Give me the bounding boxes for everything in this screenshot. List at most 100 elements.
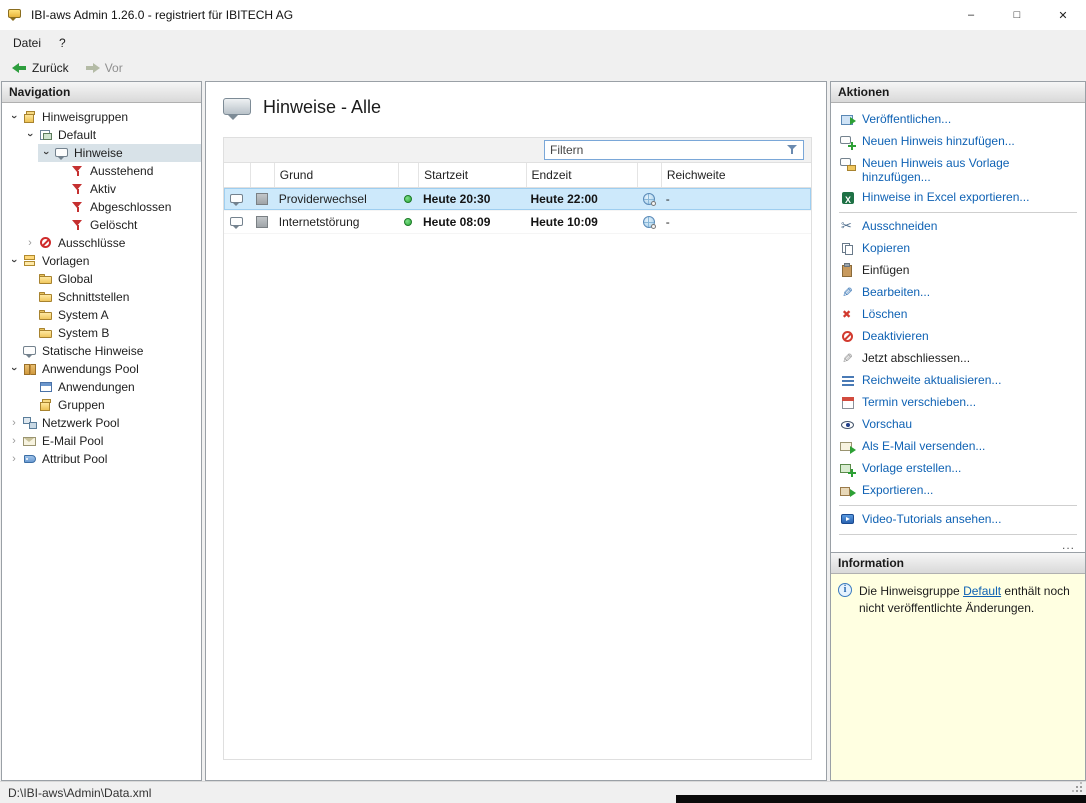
action-deaktivieren[interactable]: Deaktivieren xyxy=(831,326,1085,348)
add-note-icon xyxy=(840,134,856,150)
chevron-down-icon[interactable]: › xyxy=(22,127,38,143)
forward-button[interactable]: Vor xyxy=(77,59,131,77)
table-row-providerwechsel[interactable]: Providerwechsel Heute 20:30 Heute 22:00 - xyxy=(224,188,811,211)
tree-item-anwendungen[interactable]: Anwendungen xyxy=(2,378,201,396)
chevron-down-icon[interactable]: › xyxy=(38,145,54,161)
tree-item-e-mail-pool[interactable]: › E-Mail Pool xyxy=(2,432,201,450)
column-header-icon-3[interactable] xyxy=(398,163,418,187)
maximize-button[interactable]: □ xyxy=(994,0,1040,30)
action-video-tutorials-ansehen[interactable]: Video-Tutorials ansehen... xyxy=(831,509,1085,531)
action-label: Kopieren xyxy=(862,241,911,255)
information-body: Die Hinweisgruppe Default enthält noch n… xyxy=(831,574,1085,780)
tree-item-ausschlüsse[interactable]: › Ausschlüsse xyxy=(2,234,201,252)
action-reichweite-aktualisieren[interactable]: Reichweite aktualisieren... xyxy=(831,370,1085,392)
tree-item-abgeschlossen[interactable]: Abgeschlossen xyxy=(2,198,201,216)
action-ausschneiden[interactable]: Ausschneiden xyxy=(831,216,1085,238)
back-button[interactable]: Zurück xyxy=(4,59,77,77)
chevron-right-icon[interactable]: › xyxy=(6,433,22,449)
tree-item-anwendungs-pool[interactable]: › Anwendungs Pool xyxy=(2,360,201,378)
mail-icon xyxy=(22,433,38,449)
flag-cell xyxy=(250,188,274,210)
action-jetzt-abschliessen[interactable]: Jetzt abschliessen... xyxy=(831,348,1085,370)
action-einfügen[interactable]: Einfügen xyxy=(831,260,1085,282)
tree-item-global[interactable]: Global xyxy=(2,270,201,288)
action-label: Vorschau xyxy=(862,417,913,431)
default-group-icon xyxy=(38,127,54,143)
action-löschen[interactable]: Löschen xyxy=(831,304,1085,326)
back-button-label: Zurück xyxy=(32,61,69,75)
tree-item-inner: › Netzwerk Pool xyxy=(6,414,201,432)
filter-icon xyxy=(70,199,86,215)
tree-item-statische-hinweise[interactable]: Statische Hinweise xyxy=(2,342,201,360)
tree-item-inner: System A xyxy=(22,306,201,324)
chevron-right-icon[interactable]: › xyxy=(6,451,22,467)
column-header-endzeit[interactable]: Endzeit xyxy=(525,163,637,187)
tree-item-inner: Ausstehend xyxy=(54,162,201,180)
column-header-icon-1[interactable] xyxy=(249,163,274,187)
tree-item-inner: › Anwendungs Pool xyxy=(6,360,201,378)
send-mail-icon xyxy=(840,439,856,455)
block-icon xyxy=(38,235,54,251)
tree-item-aktiv[interactable]: Aktiv xyxy=(2,180,201,198)
action-bearbeiten[interactable]: Bearbeiten... xyxy=(831,282,1085,304)
filter-input[interactable] xyxy=(545,143,786,157)
filter-input-wrap xyxy=(544,140,804,160)
chevron-right-icon[interactable]: › xyxy=(22,235,38,251)
tree-item-attribut-pool[interactable]: › Attribut Pool xyxy=(2,450,201,468)
tree-item-label: Hinweisgruppen xyxy=(42,110,129,124)
tree-item-label: Aktiv xyxy=(90,182,117,196)
table-row-internetstörung[interactable]: Internetstörung Heute 08:09 Heute 10:09 - xyxy=(224,211,811,234)
column-header-startzeit[interactable]: Startzeit xyxy=(418,163,525,187)
column-header-icon-6[interactable] xyxy=(636,163,661,187)
reichweite-icon-cell xyxy=(637,211,661,233)
cell-reichweite: - xyxy=(665,215,670,229)
copy-icon xyxy=(840,241,856,257)
tree-item-netzwerk-pool[interactable]: › Netzwerk Pool xyxy=(2,414,201,432)
column-header-icon-0[interactable] xyxy=(224,163,250,187)
folder-icon xyxy=(38,271,54,287)
tree-item-system-a[interactable]: System A xyxy=(2,306,201,324)
close-button[interactable]: ✕ xyxy=(1040,0,1086,30)
action-vorlage-erstellen[interactable]: Vorlage erstellen... xyxy=(831,458,1085,480)
action-label: Hinweise in Excel exportieren... xyxy=(862,190,1030,204)
action-kopieren[interactable]: Kopieren xyxy=(831,238,1085,260)
chevron-down-icon[interactable]: › xyxy=(6,253,22,269)
chevron-right-icon[interactable]: › xyxy=(6,415,22,431)
tree-item-hinweisgruppen[interactable]: › Hinweisgruppen xyxy=(2,108,201,126)
tree-item-schnittstellen[interactable]: Schnittstellen xyxy=(2,288,201,306)
chevron-down-icon[interactable]: › xyxy=(6,361,22,377)
column-header-reichweite[interactable]: Reichweite xyxy=(660,163,811,187)
resize-grip-icon[interactable] xyxy=(1071,781,1083,793)
tree-item-system-b[interactable]: System B xyxy=(2,324,201,342)
tree-item-gruppen[interactable]: Gruppen xyxy=(2,396,201,414)
tree-item-inner: › Hinweise xyxy=(38,144,201,162)
statusbar-path: D:\IBI-aws\Admin\Data.xml xyxy=(8,785,152,800)
action-als-e-mail-versenden[interactable]: Als E-Mail versenden... xyxy=(831,436,1085,458)
action-exportieren[interactable]: Exportieren... xyxy=(831,480,1085,502)
action-veröffentlichen[interactable]: Veröffentlichen... xyxy=(831,109,1085,131)
preview-icon xyxy=(840,417,856,433)
tree-item-ausstehend[interactable]: Ausstehend xyxy=(2,162,201,180)
app-window: IBI-aws Admin 1.26.0 - registriert für I… xyxy=(0,0,1086,803)
chevron-down-icon[interactable]: › xyxy=(6,109,22,125)
publish-icon xyxy=(840,112,856,128)
tree-item-vorlagen[interactable]: › Vorlagen xyxy=(2,252,201,270)
tree-item-inner: › Ausschlüsse xyxy=(22,234,201,252)
tree-item-hinweise[interactable]: › Hinweise xyxy=(2,144,201,162)
action-vorschau[interactable]: Vorschau xyxy=(831,414,1085,436)
menu-datei[interactable]: Datei xyxy=(4,33,50,53)
column-header-grund[interactable]: Grund xyxy=(273,163,398,187)
minimize-button[interactable]: – xyxy=(948,0,994,30)
tree-item-inner: System B xyxy=(22,324,201,342)
folder-icon xyxy=(38,289,54,305)
tree-item-default[interactable]: › Default xyxy=(2,126,201,144)
export-icon xyxy=(840,483,856,499)
action-termin-verschieben[interactable]: Termin verschieben... xyxy=(831,392,1085,414)
filter-funnel-icon[interactable] xyxy=(786,143,800,157)
action-hinweise-in-excel-exportieren[interactable]: Hinweise in Excel exportieren... xyxy=(831,187,1085,209)
menu-help[interactable]: ? xyxy=(50,33,75,53)
action-neuen-hinweis-hinzufügen[interactable]: Neuen Hinweis hinzufügen... xyxy=(831,131,1085,153)
tree-item-gelöscht[interactable]: Gelöscht xyxy=(2,216,201,234)
default-group-link[interactable]: Default xyxy=(963,584,1001,598)
action-neuen-hinweis-aus-vorlage-hinzufügen[interactable]: Neuen Hinweis aus Vorlage hinzufügen... xyxy=(831,153,1085,187)
